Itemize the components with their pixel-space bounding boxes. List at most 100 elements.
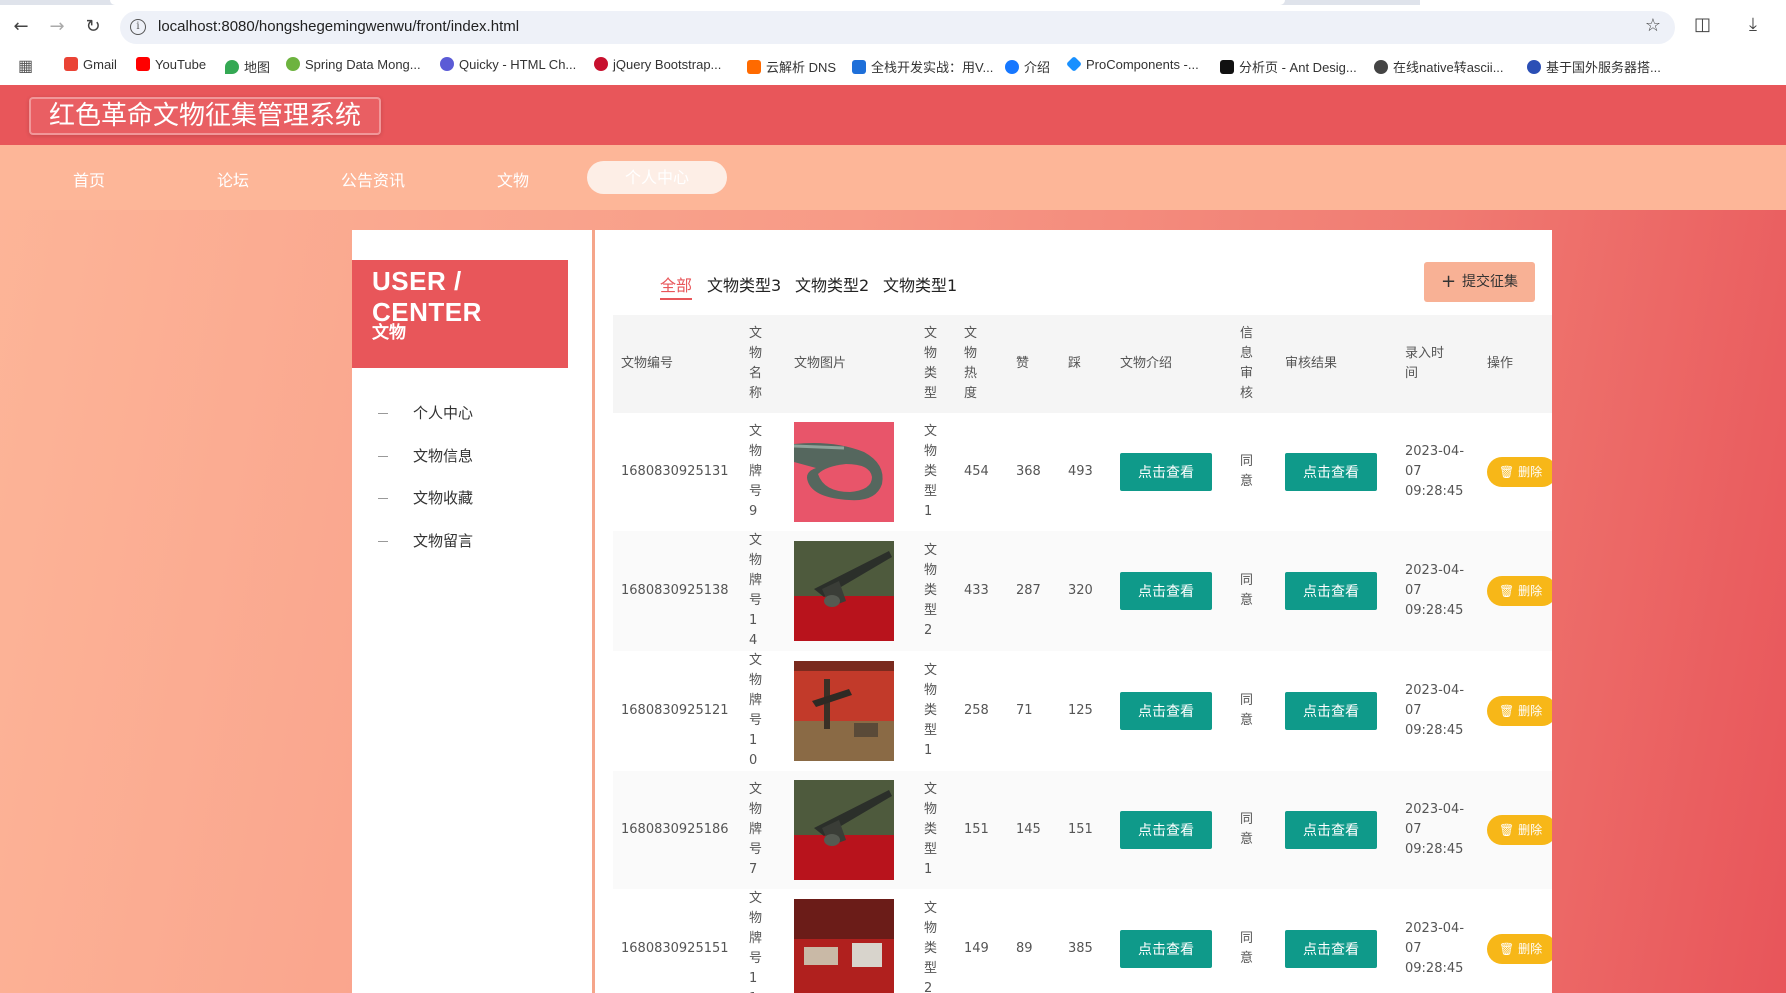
nav-forum[interactable]: 论坛 (217, 167, 249, 191)
download-icon[interactable]: ⤓ (1749, 14, 1757, 35)
bookmark-item[interactable]: 介绍 (1005, 57, 1050, 76)
cell-result: 点击查看 (1277, 771, 1397, 889)
bookmark-item[interactable]: Gmail (64, 57, 117, 72)
relic-image-rifle[interactable] (794, 541, 894, 641)
cell-result: 点击查看 (1277, 531, 1397, 651)
nav-home[interactable]: 首页 (73, 167, 105, 191)
cell-audit: 同意 (1232, 771, 1277, 889)
bookmark-icon (440, 57, 454, 71)
cell-id: 1680830925151 (621, 941, 729, 956)
cell-dislike: 385 (1068, 941, 1093, 956)
tab-all[interactable]: 全部 (660, 272, 693, 300)
cell-name: 文物牌号7 (741, 771, 786, 889)
bookmark-item[interactable]: Spring Data Mong... (286, 57, 421, 72)
view-intro-button[interactable]: 点击查看 (1120, 572, 1212, 610)
relic-image-document[interactable] (794, 899, 894, 993)
col-header-name: 文物名称 (741, 315, 786, 413)
delete-button[interactable]: 🗑 删除 (1487, 815, 1552, 845)
nav-user-center[interactable]: 个人中心 (587, 161, 727, 194)
view-intro-button[interactable]: 点击查看 (1120, 811, 1212, 849)
sidebar-item-relic-info[interactable]: 文物信息 (378, 445, 473, 466)
table-row: 1680830925121 文物牌号10 文物类型1 258 71 125 点击… (613, 651, 1552, 771)
cell-name: 文物牌号9 (749, 424, 763, 519)
col-header-intro: 文物介绍 (1112, 315, 1232, 413)
col-header-like: 赞 (1008, 315, 1060, 413)
cell-type: 文物类型1 (924, 424, 938, 519)
delete-button[interactable]: 🗑 删除 (1487, 576, 1552, 606)
bookmark-item[interactable]: 云解析 DNS (747, 57, 836, 76)
nav-relics[interactable]: 文物 (497, 167, 529, 191)
cell-image (786, 531, 916, 651)
nav-news[interactable]: 公告资讯 (341, 167, 405, 191)
address-bar[interactable]: i localhost:8080/hongshegemingwenwu/fron… (120, 11, 1675, 44)
view-result-button[interactable]: 点击查看 (1285, 692, 1377, 730)
col-header-actions: 操作 (1479, 315, 1552, 413)
cell-image (786, 413, 916, 531)
delete-button[interactable]: 🗑 删除 (1487, 457, 1552, 487)
extensions-icon[interactable]: ◫ (1694, 14, 1711, 35)
bookmark-item[interactable]: 分析页 - Ant Desig... (1220, 57, 1357, 76)
bookmark-item[interactable]: jQuery Bootstrap... (594, 57, 721, 72)
back-icon[interactable]: ← (9, 15, 33, 39)
bookmark-item[interactable]: Quicky - HTML Ch... (440, 57, 576, 72)
cell-intro: 点击查看 (1112, 531, 1232, 651)
view-intro-button[interactable]: 点击查看 (1120, 453, 1212, 491)
delete-button[interactable]: 🗑 删除 (1487, 696, 1552, 726)
site-title[interactable]: 红色革命文物征集管理系统 (29, 97, 382, 135)
bookmark-item[interactable]: ProComponents -... (1066, 56, 1199, 72)
view-result-button[interactable]: 点击查看 (1285, 572, 1377, 610)
bookmark-item[interactable]: 基于国外服务器搭... (1527, 57, 1661, 76)
col-header-heat: 文物热度 (956, 315, 1008, 413)
url-text[interactable]: localhost:8080/hongshegemingwenwu/front/… (158, 18, 519, 35)
bookmark-icon (286, 57, 300, 71)
table-row: 1680830925151 文物牌号11 文物类型2 149 89 385 (613, 889, 1552, 993)
user-center-sidebar: USER / CENTER 文物 个人中心 文物信息 文物收藏 文物留言 (352, 230, 592, 993)
cell-time: 2023-04-07 09:28:45 (1405, 921, 1465, 976)
col-header-dislike: 踩 (1060, 315, 1112, 413)
cell-type: 文物类型2 (924, 901, 938, 993)
cell-type: 文物类型1 (924, 663, 938, 758)
cell-actions: 🗑 删除 (1479, 651, 1552, 771)
cell-like: 368 (1016, 464, 1041, 479)
col-header-result: 审核结果 (1277, 315, 1397, 413)
cell-actions: 🗑 删除 (1479, 889, 1552, 993)
table-header-row: 文物编号 文物名称 文物图片 文物类型 文物热度 赞 踩 文物介绍 信息审核 审… (613, 315, 1552, 413)
cell-time: 2023-04-07 09:28:45 (1397, 771, 1479, 889)
forward-icon[interactable]: → (45, 15, 69, 39)
cell-like: 89 (1016, 941, 1033, 956)
bookmark-item[interactable]: 全栈开发实战：用V... (852, 57, 993, 76)
trash-icon: 🗑 (1499, 823, 1519, 837)
tab-type1[interactable]: 文物类型1 (883, 272, 957, 296)
bookmark-icon (1220, 60, 1234, 74)
sidebar-item-favorites[interactable]: 文物收藏 (378, 487, 473, 508)
trash-icon: 🗑 (1499, 465, 1519, 479)
view-intro-button[interactable]: 点击查看 (1120, 692, 1212, 730)
tab-strip (0, 0, 1786, 5)
view-intro-button[interactable]: 点击查看 (1120, 930, 1212, 968)
site-info-icon[interactable]: i (130, 19, 146, 35)
sidebar-item-profile[interactable]: 个人中心 (378, 402, 473, 423)
delete-button[interactable]: 🗑 删除 (1487, 934, 1552, 964)
bookmark-item[interactable]: YouTube (136, 57, 206, 72)
reload-icon[interactable]: ↻ (81, 15, 105, 39)
tab-type2[interactable]: 文物类型2 (795, 272, 869, 296)
view-result-button[interactable]: 点击查看 (1285, 453, 1377, 491)
bookmark-star-icon[interactable]: ☆ (1645, 15, 1661, 36)
submit-collection-button[interactable]: + 提交征集 (1424, 262, 1535, 302)
col-header-image: 文物图片 (786, 315, 916, 413)
cell-like: 145 (1008, 771, 1060, 889)
tab-type3[interactable]: 文物类型3 (707, 272, 781, 296)
cell-time: 2023-04-07 09:28:45 (1397, 531, 1479, 651)
bookmark-item[interactable]: 地图 (225, 57, 270, 76)
bookmark-icon (1374, 60, 1388, 74)
apps-grid-icon[interactable]: ▦ (18, 56, 33, 76)
relic-image-diorama[interactable] (794, 661, 894, 761)
sidebar-item-messages[interactable]: 文物留言 (378, 530, 473, 551)
relic-image-rifle[interactable] (794, 780, 894, 880)
view-result-button[interactable]: 点击查看 (1285, 811, 1377, 849)
view-result-button[interactable]: 点击查看 (1285, 930, 1377, 968)
cell-heat: 149 (964, 941, 989, 956)
cell-image (786, 651, 916, 771)
bookmark-item[interactable]: 在线native转ascii... (1374, 57, 1504, 76)
relic-image-bugle[interactable] (794, 422, 894, 522)
